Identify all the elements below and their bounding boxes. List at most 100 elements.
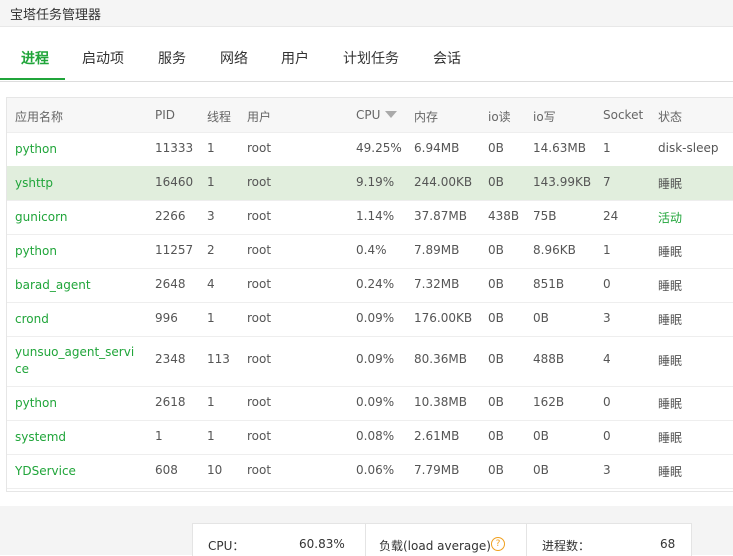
process-mem: 2.61MB: [414, 429, 460, 443]
stats-divider: [526, 524, 527, 556]
process-socket: 1: [603, 243, 611, 257]
process-table: 应用名称 PID 线程 用户 CPU 内存 io读 io写 Socket 状态 …: [6, 97, 733, 492]
process-io-write: 0B: [533, 429, 549, 443]
process-io-read: 0B: [488, 395, 504, 409]
process-io-write: 0B: [533, 463, 549, 477]
process-cpu: 9.19%: [356, 175, 395, 189]
process-threads: 10: [207, 463, 223, 477]
process-socket: 0: [603, 395, 611, 409]
table-header: 应用名称 PID 线程 用户 CPU 内存 io读 io写 Socket 状态: [7, 98, 733, 133]
col-header-io-read[interactable]: io读: [488, 108, 511, 125]
process-pid: 608: [155, 463, 178, 477]
col-header-pid[interactable]: PID: [155, 108, 175, 122]
process-io-write: 851B: [533, 277, 565, 291]
tab-processes[interactable]: 进程: [21, 48, 49, 68]
process-status: 睡眠: [658, 279, 683, 293]
tab-startup[interactable]: 启动项: [82, 48, 124, 68]
process-socket: 3: [603, 463, 611, 477]
active-tab-indicator: [0, 78, 65, 80]
process-name: crond: [15, 312, 49, 326]
table-row[interactable]: python 2618 1 root 0.09% 10.38MB 0B 162B 0 睡眠: [7, 386, 733, 421]
col-header-cpu[interactable]: CPU: [356, 108, 380, 122]
table-row[interactable]: gunicorn 2266 3 root 1.14% 37.87MB 438B 75B 24 活动: [7, 200, 733, 235]
tab-services[interactable]: 服务: [158, 48, 186, 68]
process-threads: 113: [207, 352, 230, 366]
col-header-name[interactable]: 应用名称: [15, 108, 63, 125]
process-socket: 7: [603, 175, 611, 189]
process-name: YDService: [15, 464, 76, 478]
table-row[interactable]: crond 996 1 root 0.09% 176.00KB 0B 0B 3 睡眠: [7, 302, 733, 337]
table-row[interactable]: yunsuo_agent_service 2348 113 root 0.09% 80.3…: [7, 336, 733, 387]
col-header-threads[interactable]: 线程: [207, 108, 231, 125]
process-status: 睡眠: [658, 354, 683, 368]
col-header-io-write[interactable]: io写: [533, 108, 556, 125]
process-user: root: [247, 311, 272, 325]
process-io-read: 0B: [488, 311, 504, 325]
process-threads: 2: [207, 243, 215, 257]
process-status: 睡眠: [658, 397, 683, 411]
col-header-socket[interactable]: Socket: [603, 108, 643, 122]
process-cpu: 0.08%: [356, 429, 395, 443]
process-io-write: 162B: [533, 395, 565, 409]
process-threads: 1: [207, 429, 215, 443]
process-threads: 1: [207, 395, 215, 409]
process-mem: 80.36MB: [414, 352, 467, 366]
process-cpu: 0.24%: [356, 277, 395, 291]
process-user: root: [247, 141, 272, 155]
table-row[interactable]: YDService 608 10 root 0.06% 7.79MB 0B 0B 3 睡眠: [7, 454, 733, 489]
process-threads: 1: [207, 141, 215, 155]
window-titlebar: 宝塔任务管理器: [0, 0, 733, 27]
col-header-mem[interactable]: 内存: [414, 108, 438, 125]
process-user: root: [247, 175, 272, 189]
process-cpu: 0.09%: [356, 395, 395, 409]
process-io-write: 8.96KB: [533, 243, 576, 257]
process-pid: 11257: [155, 243, 194, 257]
process-pid: 2266: [155, 209, 186, 223]
tab-network[interactable]: 网络: [220, 48, 248, 68]
process-status: 活动: [658, 211, 683, 225]
process-io-write: 488B: [533, 352, 565, 366]
process-name: barad_agent: [15, 278, 91, 292]
table-row[interactable]: python 11333 1 root 49.25% 6.94MB 0B 14.63MB 1 di…: [7, 132, 733, 167]
process-io-read: 0B: [488, 352, 504, 366]
process-user: root: [247, 352, 272, 366]
help-icon[interactable]: ?: [491, 537, 505, 551]
table-row[interactable]: barad_agent 2648 4 root 0.24% 7.32MB 0B 851B 0 睡眠: [7, 268, 733, 303]
process-status: 睡眠: [658, 431, 683, 445]
tab-scheduled-tasks[interactable]: 计划任务: [343, 48, 399, 68]
process-count-label: 进程数：: [542, 539, 591, 553]
process-pid: 2348: [155, 352, 186, 366]
window-title: 宝塔任务管理器: [10, 8, 102, 23]
process-status: 睡眠: [658, 177, 683, 191]
tab-bar: 进程 启动项 服务 网络 用户 计划任务 会话: [0, 38, 733, 82]
process-status: disk-sleep: [658, 141, 719, 155]
process-io-read: 0B: [488, 429, 504, 443]
process-status: 睡眠: [658, 465, 683, 479]
process-socket: 0: [603, 277, 611, 291]
process-io-write: 75B: [533, 209, 557, 223]
table-row[interactable]: systemd 1 1 root 0.08% 2.61MB 0B 0B 0 睡眠: [7, 420, 733, 455]
table-row[interactable]: python 11257 2 root 0.4% 7.89MB 0B 8.96KB 1 睡眠: [7, 234, 733, 269]
col-header-user[interactable]: 用户: [247, 108, 271, 125]
process-threads: 1: [207, 311, 215, 325]
process-mem: 10.38MB: [414, 395, 467, 409]
process-pid: 16460: [155, 175, 194, 189]
process-user: root: [247, 429, 272, 443]
process-user: root: [247, 243, 272, 257]
tab-users[interactable]: 用户: [281, 48, 309, 68]
process-cpu: 0.06%: [356, 463, 395, 477]
process-mem: 7.79MB: [414, 463, 460, 477]
process-pid: 11333: [155, 141, 194, 155]
process-threads: 3: [207, 209, 215, 223]
process-socket: 24: [603, 209, 619, 223]
stats-bar: CPU： 60.83% 负载(load average) ? 进程数： 68: [192, 523, 692, 556]
table-row[interactable]: yshttp 16460 1 root 9.19% 244.00KB 0B 143.99KB 7…: [7, 166, 733, 201]
process-name: python: [15, 244, 57, 258]
process-io-write: 0B: [533, 311, 549, 325]
col-header-status[interactable]: 状态: [658, 108, 682, 125]
process-name: yshttp: [15, 176, 53, 190]
cpu-value: 60.83%: [299, 537, 345, 551]
process-cpu: 0.09%: [356, 352, 395, 366]
sort-desc-icon[interactable]: [385, 111, 397, 118]
tab-sessions[interactable]: 会话: [433, 48, 461, 68]
